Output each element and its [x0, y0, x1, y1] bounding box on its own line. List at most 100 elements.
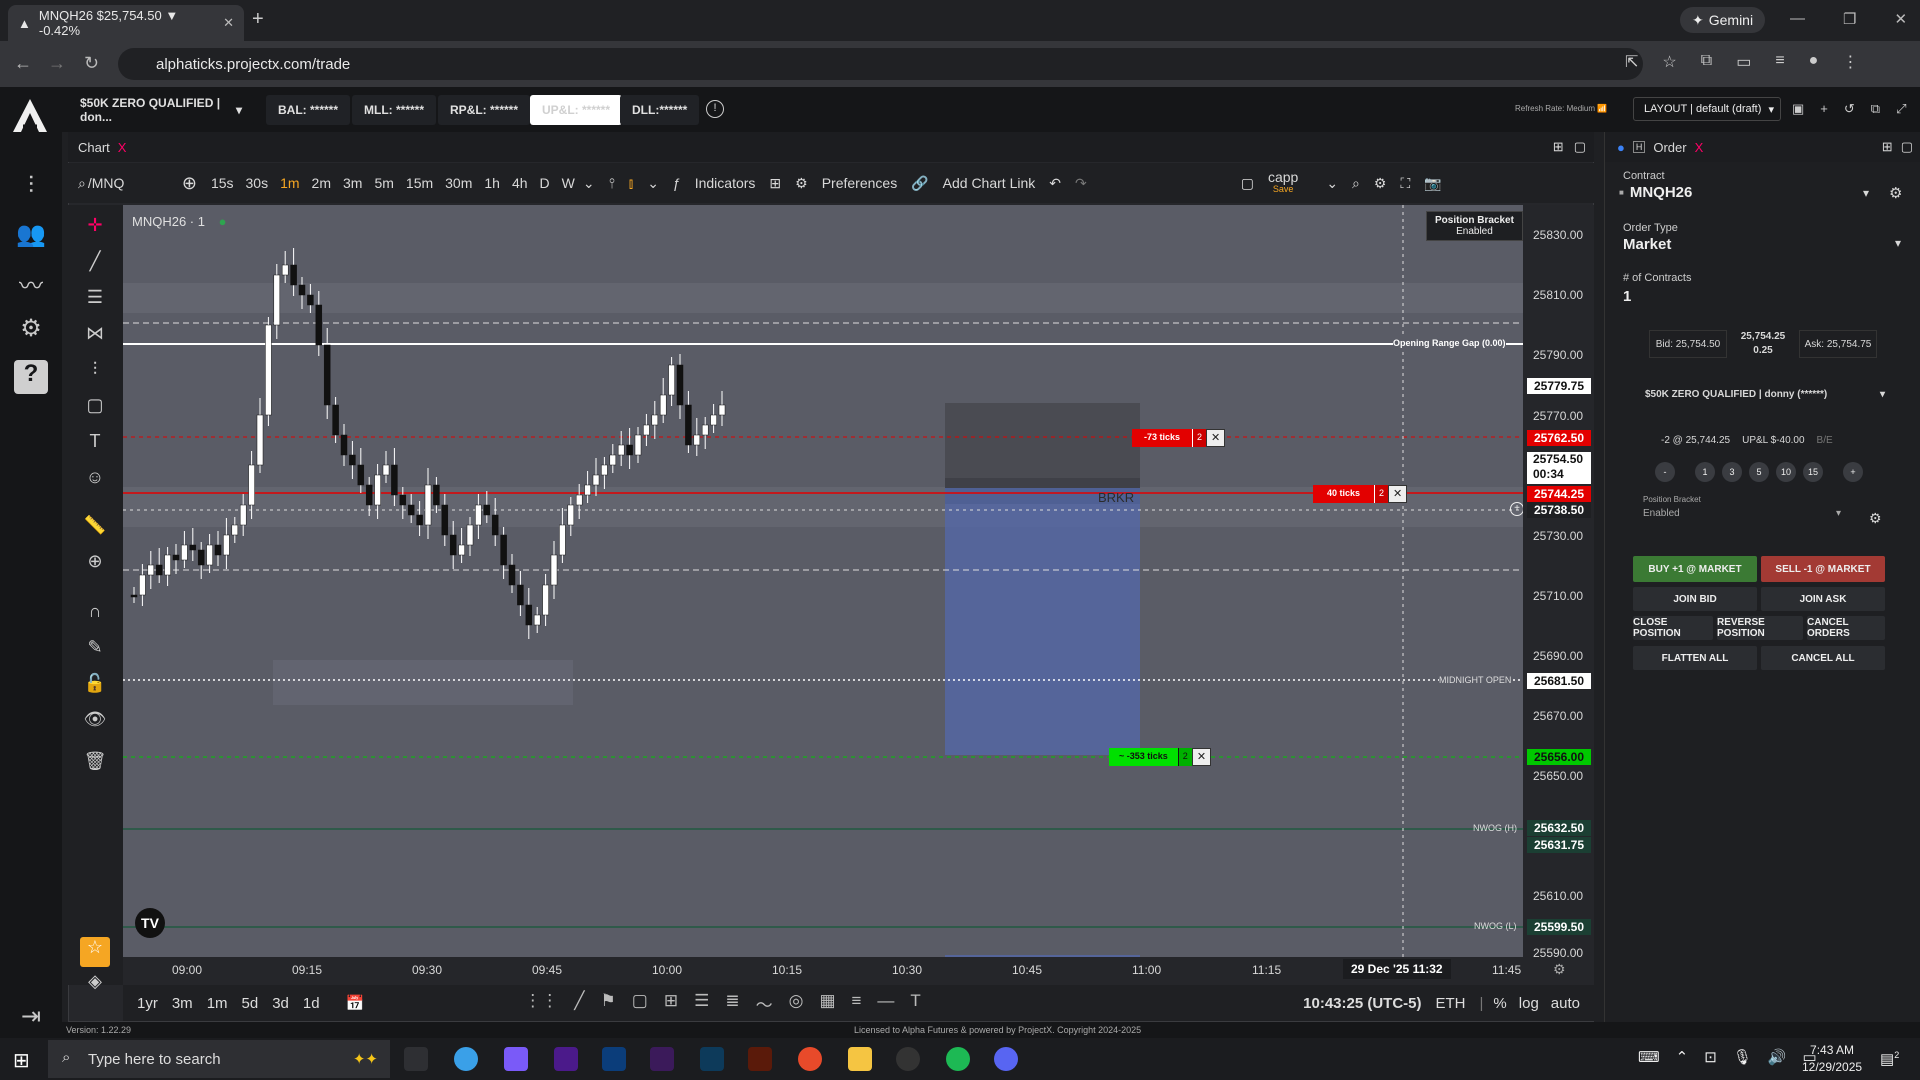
- qty-preset-button[interactable]: 3: [1722, 462, 1742, 482]
- add-order-icon[interactable]: +: [1510, 502, 1523, 516]
- windows-start-icon[interactable]: ⊞: [13, 1048, 30, 1073]
- interval-button[interactable]: 3m: [343, 175, 362, 191]
- buy-market-button[interactable]: BUY +1 @ MARKET: [1633, 556, 1757, 582]
- interval-dropdown-icon[interactable]: ⌄: [583, 175, 595, 192]
- help-icon[interactable]: ?: [14, 360, 48, 394]
- undo-icon[interactable]: ↶: [1049, 175, 1061, 192]
- m365-icon[interactable]: [504, 1047, 528, 1071]
- reset-layout-icon[interactable]: ↺: [1844, 101, 1855, 117]
- chart-type-dropdown-icon[interactable]: ⌄: [647, 175, 659, 192]
- qty-increase-button[interactable]: +: [1843, 462, 1863, 482]
- hline-tool-icon[interactable]: —: [877, 991, 894, 1016]
- range-button[interactable]: 5d: [242, 995, 259, 1012]
- restore-icon[interactable]: ❐: [1843, 10, 1856, 28]
- snapshot-icon[interactable]: 📷: [1424, 175, 1441, 192]
- trading-icon[interactable]: ⫶: [14, 172, 48, 206]
- log-scale-button[interactable]: log: [1519, 995, 1539, 1012]
- interval-button[interactable]: W: [562, 175, 575, 191]
- interval-button[interactable]: 30s: [246, 175, 269, 191]
- bracket-selector[interactable]: Enabled ▾: [1643, 508, 1841, 519]
- eye-icon[interactable]: 👁: [80, 709, 110, 739]
- lightroom-icon[interactable]: [700, 1047, 724, 1071]
- analytics-icon[interactable]: 〰: [14, 266, 48, 300]
- cancel-orders-button[interactable]: CANCEL ORDERS: [1807, 616, 1885, 640]
- layout-dropdown-icon[interactable]: ⌄: [1326, 175, 1338, 192]
- media-icon[interactable]: ≡: [1775, 52, 1784, 72]
- chart-settings-icon[interactable]: ⚙: [1374, 175, 1387, 192]
- photoshop-icon[interactable]: [602, 1047, 626, 1071]
- auto-scale-button[interactable]: auto: [1551, 995, 1580, 1012]
- ask-button[interactable]: Ask: 25,754.75: [1799, 330, 1877, 358]
- channel-tool-icon[interactable]: ≣: [725, 991, 739, 1016]
- volume-icon[interactable]: 🔊: [1768, 1048, 1787, 1066]
- new-tab-icon[interactable]: +: [252, 8, 264, 31]
- order-panel-add-icon[interactable]: ⊞: [1882, 139, 1893, 155]
- range-button[interactable]: 3d: [272, 995, 289, 1012]
- chart-tab-close-icon[interactable]: X: [118, 140, 127, 155]
- extensions-icon[interactable]: ⧉: [1701, 52, 1712, 72]
- stop-tag-close-icon[interactable]: ✕: [1206, 429, 1226, 447]
- line-tool-icon[interactable]: ╱: [574, 991, 584, 1016]
- text-tool-icon[interactable]: T: [80, 431, 110, 461]
- fullscreen-icon[interactable]: ⤢: [1896, 101, 1906, 117]
- range-button[interactable]: 1d: [303, 995, 320, 1012]
- fib-tool-icon[interactable]: ☰: [694, 991, 709, 1016]
- lock-icon[interactable]: 🔓: [80, 673, 110, 703]
- premiere-icon[interactable]: [554, 1047, 578, 1071]
- sell-market-button[interactable]: SELL -1 @ MARKET: [1761, 556, 1885, 582]
- reverse-position-button[interactable]: REVERSE POSITION: [1717, 616, 1803, 640]
- position-tag-close-icon[interactable]: ✕: [1191, 748, 1212, 766]
- text-tool-icon[interactable]: T: [910, 991, 920, 1016]
- file-explorer-icon[interactable]: [848, 1047, 872, 1071]
- flatten-all-button[interactable]: FLATTEN ALL: [1633, 646, 1757, 670]
- popout-icon[interactable]: ⧉: [1871, 101, 1880, 117]
- interval-button[interactable]: 5m: [374, 175, 393, 191]
- pencil-lock-icon[interactable]: ✎: [80, 637, 110, 667]
- favorites-icon[interactable]: ☆: [80, 937, 110, 967]
- profile-icon[interactable]: ●: [1809, 52, 1819, 72]
- mic-icon[interactable]: 🎙: [1733, 1048, 1752, 1066]
- candles-icon[interactable]: ⫾: [629, 175, 633, 192]
- keyboard-icon[interactable]: ⌨: [1638, 1048, 1660, 1066]
- symbol-field[interactable]: /MNQ: [88, 175, 168, 191]
- forward-icon[interactable]: →: [48, 53, 66, 74]
- tab-search-icon[interactable]: ▭: [1736, 52, 1751, 72]
- order-panel-maximize-icon[interactable]: ▢: [1901, 139, 1913, 155]
- circle-tool-icon[interactable]: ◎: [789, 991, 804, 1016]
- drag-handle-icon[interactable]: ⋮⋮: [524, 991, 558, 1016]
- qty-preset-button[interactable]: 1: [1695, 462, 1715, 482]
- bracket-settings-icon[interactable]: ⚙: [1869, 510, 1882, 527]
- messenger-icon[interactable]: [994, 1047, 1018, 1071]
- gemini-button[interactable]: ✦ Gemini: [1680, 7, 1766, 33]
- interval-button[interactable]: 30m: [445, 175, 472, 191]
- order-tab-label[interactable]: Order: [1653, 140, 1686, 155]
- stop-order-tag[interactable]: -73 ticks 2 ✕: [1132, 429, 1226, 447]
- account-dropdown[interactable]: $50K ZERO QUALIFIED | donny (******) ▾: [1645, 389, 1885, 400]
- hotkey-icon[interactable]: H: [1632, 141, 1646, 153]
- join-bid-button[interactable]: JOIN BID: [1633, 587, 1757, 611]
- magnet-icon[interactable]: ∩: [80, 601, 110, 631]
- chart-fullscreen-icon[interactable]: ⛶: [1400, 175, 1410, 192]
- notifications-icon[interactable]: ▤2: [1880, 1050, 1899, 1068]
- trendline-icon[interactable]: ╱: [80, 251, 110, 281]
- install-icon[interactable]: ⇱: [1625, 52, 1638, 72]
- illustrator-icon[interactable]: [748, 1047, 772, 1071]
- reload-icon[interactable]: ↻: [84, 53, 99, 74]
- path-tool-icon[interactable]: 〜: [756, 991, 773, 1016]
- url-field[interactable]: alphaticks.projectx.com/trade: [118, 48, 1643, 80]
- add-chart-link-button[interactable]: Add Chart Link: [943, 175, 1036, 191]
- percent-scale-button[interactable]: %: [1493, 995, 1506, 1012]
- emoji-icon[interactable]: ☺: [80, 467, 110, 497]
- compare-add-icon[interactable]: ⊕: [182, 173, 197, 194]
- qty-preset-button[interactable]: 5: [1749, 462, 1769, 482]
- fib-icon[interactable]: ☰: [80, 287, 110, 317]
- order-type-selector[interactable]: Market ▾: [1623, 236, 1901, 253]
- crosshair-icon[interactable]: ✛: [80, 215, 110, 245]
- zoom-icon[interactable]: ⊕: [80, 551, 110, 581]
- contract-selector[interactable]: ■ MNQH26 ▾: [1619, 184, 1869, 201]
- interval-button[interactable]: 1m: [280, 175, 299, 191]
- redo-icon[interactable]: ↷: [1075, 175, 1087, 192]
- layout-box-icon[interactable]: ▢: [1241, 175, 1254, 192]
- rect-tool-icon[interactable]: ▢: [632, 991, 648, 1016]
- interval-button[interactable]: 1h: [484, 175, 500, 191]
